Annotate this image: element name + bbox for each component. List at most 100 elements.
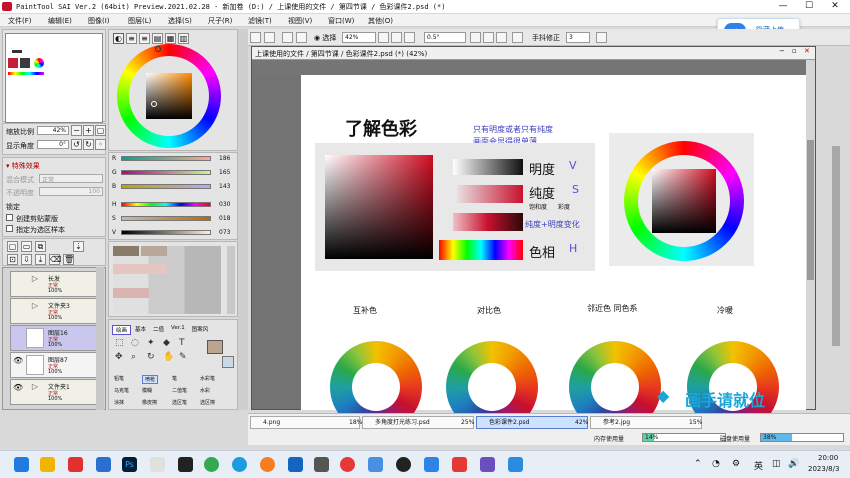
scratchpad-mode-button[interactable]: ▥ [178, 33, 189, 44]
menu-select[interactable]: 选择(S) [168, 16, 192, 26]
tray-app-icon[interactable]: ◔ [712, 459, 720, 469]
clock-time[interactable]: 20:00 [818, 454, 838, 462]
main-color-swatch[interactable] [207, 340, 223, 354]
doc-maximize-button[interactable]: ▫ [792, 47, 797, 55]
g-slider[interactable] [121, 170, 211, 175]
hue-ring[interactable] [117, 44, 221, 148]
duplicate-layer-button[interactable]: ⧉ [35, 241, 46, 252]
canvas-page[interactable]: 了解色彩 只有明度或者只有纯度 画面会显得很单薄 明度 V 纯度 S 饱和度 彩… [301, 75, 806, 433]
color-wheel-mode-button[interactable]: ◐ [113, 33, 124, 44]
chrome-icon[interactable] [204, 457, 219, 472]
brush-airbrush[interactable]: 喷枪 [142, 375, 159, 384]
outer-v-scrollbar[interactable] [832, 146, 840, 346]
layer-item-3[interactable]: 👁 图层87 正常 100% [10, 352, 97, 378]
blender-icon[interactable] [260, 457, 275, 472]
layer-lock-button[interactable]: ⊡ [7, 254, 18, 265]
undo-icon[interactable] [250, 32, 261, 43]
file-explorer-icon[interactable] [40, 457, 55, 472]
menu-ruler[interactable]: 尺子(R) [208, 16, 232, 26]
sv-cursor[interactable] [151, 101, 157, 107]
merge-button[interactable]: ⇣ [73, 241, 84, 252]
zoom-fit-icon[interactable] [404, 32, 415, 43]
layer-item-4[interactable]: 👁 ▷ 文件夹1 正常 100% [10, 379, 97, 405]
network-icon[interactable]: ◫ [772, 459, 781, 469]
rotate-left-button[interactable]: ↺ [71, 139, 82, 150]
doc-tab-2[interactable]: 色彩课件2.psd 42% [476, 416, 588, 429]
invert-select-icon[interactable] [296, 32, 307, 43]
tool-tab-draw[interactable]: 绘画 [112, 325, 132, 335]
hand-icon[interactable]: ✋ [163, 352, 174, 362]
brush-pen[interactable]: 笔 [172, 375, 177, 382]
clock-date[interactable]: 2023/8/3 [808, 465, 839, 473]
brush-marker[interactable]: 马克笔 [114, 387, 129, 394]
app-icon-2[interactable] [68, 457, 83, 472]
zoom-plus-icon[interactable] [391, 32, 402, 43]
redo-icon[interactable] [264, 32, 275, 43]
app-icon-6[interactable] [178, 457, 193, 472]
brush-watercolor2[interactable]: 水彩 [200, 387, 210, 394]
menu-file[interactable]: 文件(F) [8, 16, 32, 26]
visibility-icon[interactable] [13, 302, 24, 312]
eyedropper-icon[interactable]: ✎ [179, 352, 187, 362]
brush-select-pen[interactable]: 选区笔 [172, 399, 187, 406]
layer-scrollbar[interactable] [96, 267, 104, 410]
delete-layer-icon[interactable]: 🗑 [63, 254, 74, 265]
tool-tab-pattern[interactable]: 图案风 [189, 325, 212, 335]
h-slider[interactable] [121, 202, 211, 207]
doc-tab-1[interactable]: 多角度打光练习.psd 25% [362, 416, 474, 429]
netease-icon[interactable] [340, 457, 355, 472]
blend-select[interactable]: 正常 [39, 174, 103, 184]
clear-layer-button[interactable]: ⌫ [49, 254, 61, 265]
layer-item-2[interactable]: 图层16 正常 100% [10, 325, 97, 351]
merge-down-button[interactable]: ⤓ [35, 254, 46, 265]
swatch-scrollbar[interactable] [227, 246, 235, 314]
cloud-app-icon[interactable] [424, 457, 439, 472]
canvas-v-scrollbar[interactable] [806, 60, 815, 409]
doc-tab-3[interactable]: 参考2.jpg 15% [590, 416, 702, 429]
rotate-ccw-icon[interactable] [470, 32, 481, 43]
visibility-icon[interactable]: 👁 [13, 383, 24, 393]
zoom-icon[interactable]: ⌕ [131, 352, 136, 362]
app-icon-13[interactable] [368, 457, 383, 472]
text-icon[interactable]: T [179, 338, 185, 348]
new-folder-button[interactable]: ▭ [21, 241, 32, 252]
zoom-minus-icon[interactable] [378, 32, 389, 43]
new-layer-button[interactable]: ▢ [7, 241, 18, 252]
rotate-reset-button[interactable]: ◦ [95, 139, 106, 150]
v-slider[interactable] [121, 230, 211, 235]
rotate-cw-icon[interactable] [483, 32, 494, 43]
swatch-mode-button[interactable]: ▦ [165, 33, 176, 44]
b-slider[interactable] [121, 184, 211, 189]
layer-item-0[interactable]: ▷ 长发 正常 100% [10, 271, 97, 297]
zoom-reset-button[interactable]: ▢ [95, 125, 106, 136]
magic-wand-icon[interactable]: ✦ [147, 338, 155, 348]
tray-settings-icon[interactable]: ⚙ [732, 459, 740, 469]
close-button[interactable]: ✕ [822, 0, 848, 13]
app-icon-11[interactable] [314, 457, 329, 472]
wps-icon[interactable] [452, 457, 467, 472]
menu-image[interactable]: 图像(I) [88, 16, 110, 26]
r-slider[interactable] [121, 156, 211, 161]
doc-minimize-button[interactable]: − [779, 47, 785, 55]
mail-icon[interactable] [96, 457, 111, 472]
tool-tab-ver1[interactable]: Ver.1 [168, 325, 188, 335]
tray-chevron-icon[interactable]: ⌃ [694, 459, 702, 469]
qq-icon[interactable] [396, 457, 411, 472]
mixer-mode-button[interactable]: ▤ [152, 33, 163, 44]
brush-pencil[interactable]: 铅笔 [114, 375, 124, 382]
menu-window[interactable]: 窗口(W) [328, 16, 354, 26]
visibility-icon[interactable] [13, 329, 24, 339]
rgb-mode-button[interactable]: ≡ [126, 33, 137, 44]
doc-close-button[interactable]: ✕ [804, 47, 810, 55]
swatch-grid[interactable] [113, 246, 221, 314]
tool-tab-basic[interactable]: 基本 [132, 325, 149, 335]
straight-line-icon[interactable] [596, 32, 607, 43]
volume-icon[interactable]: 🔊 [788, 459, 799, 469]
layer-item-1[interactable]: ▷ 文件夹3 正常 100% [10, 298, 97, 324]
edge-icon[interactable] [232, 457, 247, 472]
visibility-icon[interactable]: 👁 [13, 356, 24, 366]
angle-field[interactable]: 0° [37, 140, 69, 149]
app-icon-17[interactable] [480, 457, 495, 472]
input-language[interactable]: 英 [754, 459, 763, 472]
lasso-icon[interactable]: ◌ [131, 338, 139, 348]
